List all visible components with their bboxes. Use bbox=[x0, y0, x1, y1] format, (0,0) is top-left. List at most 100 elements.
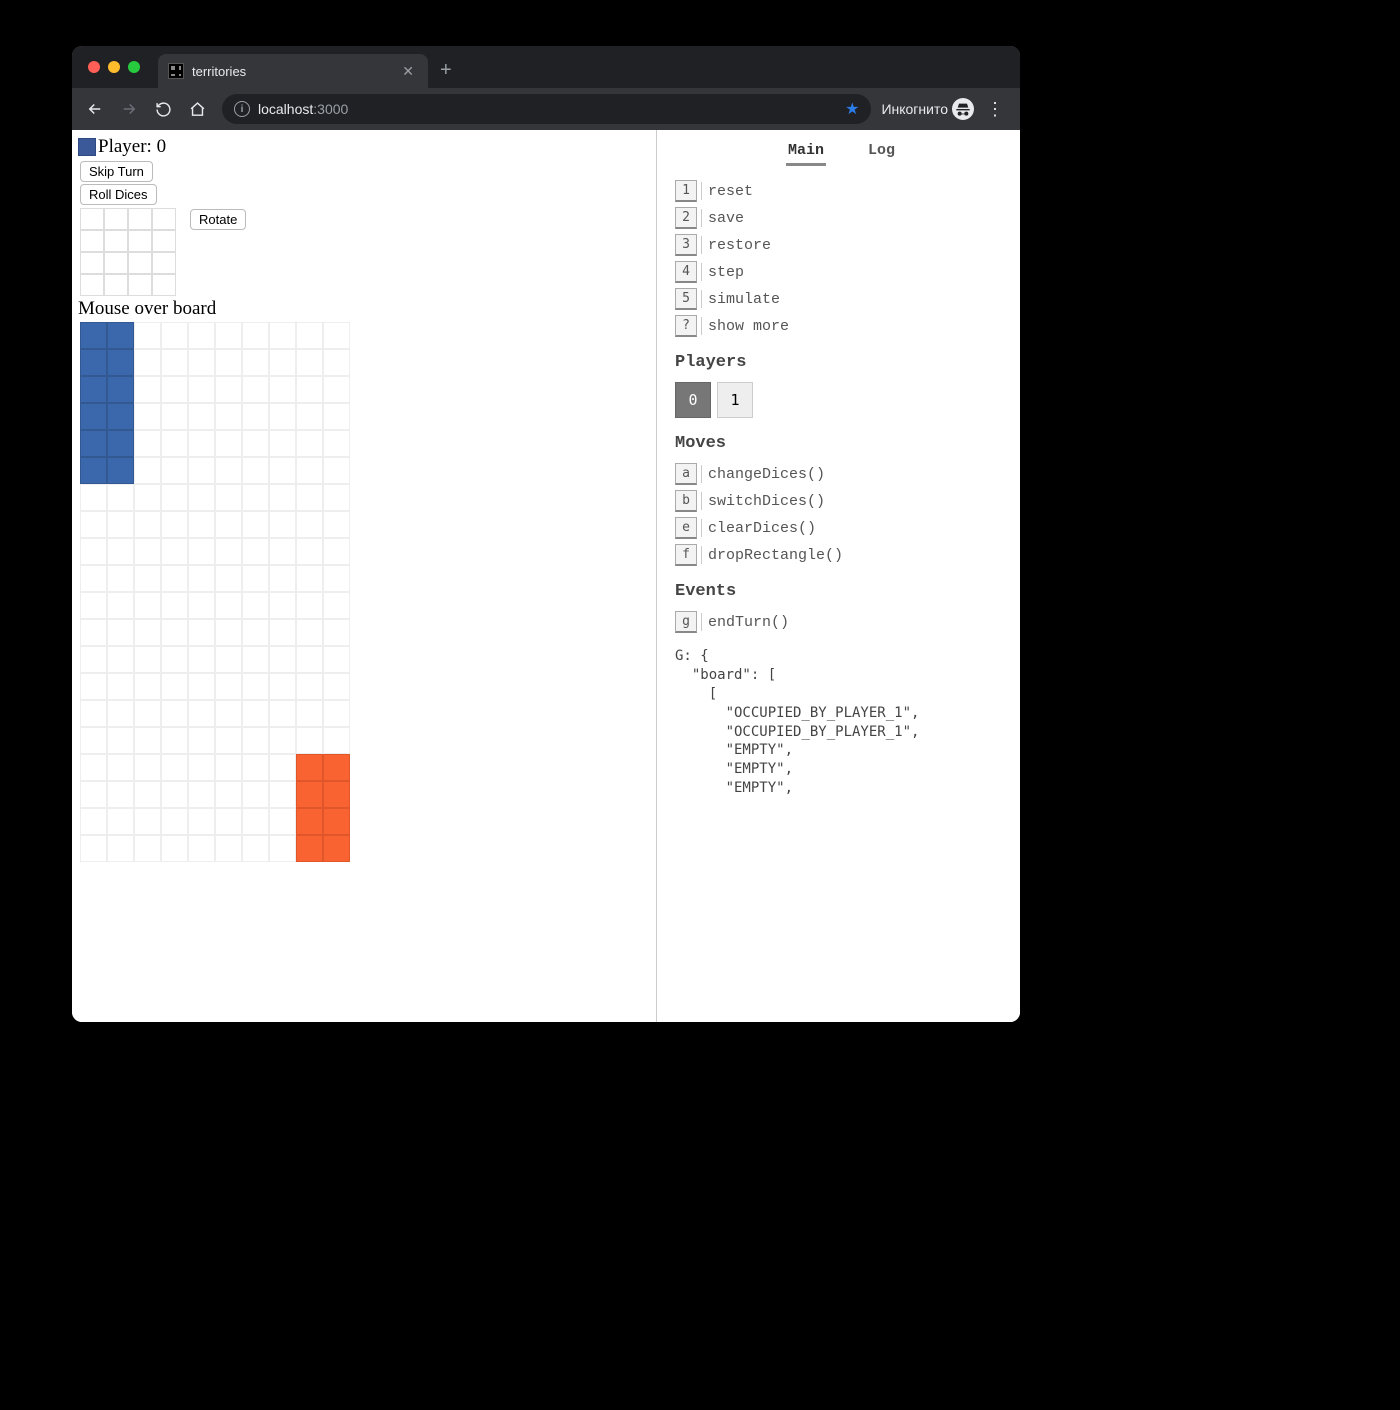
board-cell[interactable] bbox=[296, 322, 323, 349]
board-cell[interactable] bbox=[242, 673, 269, 700]
board-cell[interactable] bbox=[269, 457, 296, 484]
minimize-window-button[interactable] bbox=[108, 61, 120, 73]
board-cell[interactable] bbox=[107, 727, 134, 754]
board-cell[interactable] bbox=[215, 349, 242, 376]
board-cell[interactable] bbox=[296, 781, 323, 808]
board-cell[interactable] bbox=[296, 835, 323, 862]
board-cell[interactable] bbox=[296, 511, 323, 538]
board-cell[interactable] bbox=[161, 430, 188, 457]
board-cell[interactable] bbox=[296, 808, 323, 835]
move-label[interactable]: changeDices() bbox=[708, 466, 825, 483]
board-cell[interactable] bbox=[161, 376, 188, 403]
move-key[interactable]: f bbox=[675, 544, 697, 566]
board-cell[interactable] bbox=[80, 322, 107, 349]
board-cell[interactable] bbox=[215, 646, 242, 673]
board-cell[interactable] bbox=[242, 592, 269, 619]
board-cell[interactable] bbox=[323, 619, 350, 646]
board-cell[interactable] bbox=[323, 538, 350, 565]
board-cell[interactable] bbox=[215, 376, 242, 403]
board-cell[interactable] bbox=[80, 430, 107, 457]
board-cell[interactable] bbox=[188, 673, 215, 700]
board-cell[interactable] bbox=[80, 619, 107, 646]
board-cell[interactable] bbox=[323, 700, 350, 727]
browser-tab[interactable]: territories ✕ bbox=[158, 54, 428, 88]
tab-main[interactable]: Main bbox=[786, 138, 826, 166]
board-cell[interactable] bbox=[80, 538, 107, 565]
board-cell[interactable] bbox=[134, 538, 161, 565]
board-cell[interactable] bbox=[107, 403, 134, 430]
board-cell[interactable] bbox=[269, 673, 296, 700]
board-cell[interactable] bbox=[215, 403, 242, 430]
maximize-window-button[interactable] bbox=[128, 61, 140, 73]
board-cell[interactable] bbox=[161, 457, 188, 484]
command-label[interactable]: step bbox=[708, 264, 744, 281]
board-cell[interactable] bbox=[107, 511, 134, 538]
command-label[interactable]: show more bbox=[708, 318, 789, 335]
game-board[interactable] bbox=[80, 322, 652, 862]
board-cell[interactable] bbox=[323, 673, 350, 700]
board-cell[interactable] bbox=[80, 700, 107, 727]
board-cell[interactable] bbox=[242, 781, 269, 808]
board-cell[interactable] bbox=[80, 511, 107, 538]
board-cell[interactable] bbox=[323, 403, 350, 430]
board-cell[interactable] bbox=[242, 538, 269, 565]
board-cell[interactable] bbox=[80, 592, 107, 619]
forward-button[interactable] bbox=[114, 94, 144, 124]
board-cell[interactable] bbox=[161, 754, 188, 781]
rotate-button[interactable]: Rotate bbox=[190, 209, 246, 230]
board-cell[interactable] bbox=[188, 835, 215, 862]
board-cell[interactable] bbox=[80, 376, 107, 403]
board-cell[interactable] bbox=[107, 349, 134, 376]
board-cell[interactable] bbox=[161, 673, 188, 700]
board-cell[interactable] bbox=[296, 376, 323, 403]
board-cell[interactable] bbox=[269, 754, 296, 781]
board-cell[interactable] bbox=[188, 511, 215, 538]
board-cell[interactable] bbox=[296, 484, 323, 511]
board-cell[interactable] bbox=[188, 457, 215, 484]
board-cell[interactable] bbox=[107, 430, 134, 457]
board-cell[interactable] bbox=[134, 619, 161, 646]
board-cell[interactable] bbox=[134, 349, 161, 376]
board-cell[interactable] bbox=[242, 349, 269, 376]
board-cell[interactable] bbox=[161, 592, 188, 619]
board-cell[interactable] bbox=[269, 727, 296, 754]
board-cell[interactable] bbox=[80, 673, 107, 700]
board-cell[interactable] bbox=[269, 808, 296, 835]
board-cell[interactable] bbox=[134, 376, 161, 403]
board-cell[interactable] bbox=[269, 700, 296, 727]
board-cell[interactable] bbox=[188, 754, 215, 781]
move-label[interactable]: switchDices() bbox=[708, 493, 825, 510]
board-cell[interactable] bbox=[107, 322, 134, 349]
board-cell[interactable] bbox=[161, 322, 188, 349]
roll-dices-button[interactable]: Roll Dices bbox=[80, 184, 157, 205]
site-info-icon[interactable]: i bbox=[234, 101, 250, 117]
board-cell[interactable] bbox=[188, 322, 215, 349]
command-label[interactable]: simulate bbox=[708, 291, 780, 308]
command-label[interactable]: restore bbox=[708, 237, 771, 254]
board-cell[interactable] bbox=[188, 781, 215, 808]
board-cell[interactable] bbox=[215, 457, 242, 484]
board-cell[interactable] bbox=[80, 457, 107, 484]
board-cell[interactable] bbox=[215, 727, 242, 754]
board-cell[interactable] bbox=[296, 754, 323, 781]
board-cell[interactable] bbox=[107, 781, 134, 808]
board-cell[interactable] bbox=[323, 376, 350, 403]
board-cell[interactable] bbox=[323, 808, 350, 835]
board-cell[interactable] bbox=[134, 565, 161, 592]
move-key[interactable]: e bbox=[675, 517, 697, 539]
board-cell[interactable] bbox=[242, 322, 269, 349]
board-cell[interactable] bbox=[215, 781, 242, 808]
board-cell[interactable] bbox=[296, 457, 323, 484]
board-cell[interactable] bbox=[188, 403, 215, 430]
board-cell[interactable] bbox=[296, 592, 323, 619]
board-cell[interactable] bbox=[107, 835, 134, 862]
board-cell[interactable] bbox=[188, 376, 215, 403]
board-cell[interactable] bbox=[323, 511, 350, 538]
board-cell[interactable] bbox=[242, 754, 269, 781]
board-cell[interactable] bbox=[161, 484, 188, 511]
board-cell[interactable] bbox=[242, 835, 269, 862]
board-cell[interactable] bbox=[161, 511, 188, 538]
board-cell[interactable] bbox=[269, 484, 296, 511]
board-cell[interactable] bbox=[134, 754, 161, 781]
board-cell[interactable] bbox=[215, 808, 242, 835]
